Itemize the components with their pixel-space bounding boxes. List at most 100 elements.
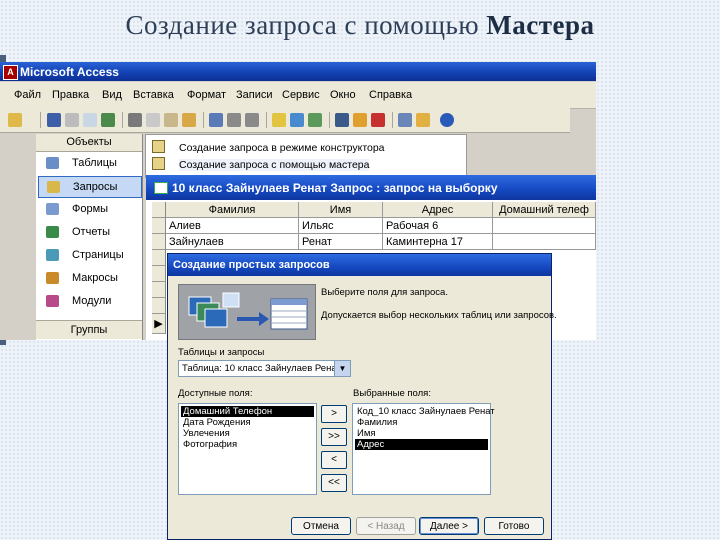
access-titlebar[interactable]: A Microsoft Access [0,62,596,81]
app-title: Microsoft Access [20,65,119,79]
row-selector[interactable] [152,234,166,250]
list-item[interactable]: Фамилия [355,417,488,428]
available-fields-list[interactable]: Домашний Телефон Дата Рождения Увлечения… [178,403,317,495]
corner-selector[interactable] [152,202,166,218]
groups-header[interactable]: Группы [36,320,142,339]
table-cell[interactable]: Зайнулаев [166,234,299,250]
menu-format[interactable]: Формат [187,89,226,101]
table-cell[interactable]: Ильяс [299,218,383,234]
objects-header[interactable]: Объекты [36,134,142,152]
tables-to-query-icon [188,292,308,330]
menu-tools[interactable]: Сервис [282,89,320,101]
list-item[interactable]: Код_10 класс Зайнулаев Ренат [355,406,495,417]
filter-form-icon[interactable] [290,113,304,127]
back-button[interactable]: < Назад [356,517,416,535]
report-icon [46,226,59,238]
wizard-titlebar[interactable]: Создание простых запросов [168,254,551,276]
menu-help[interactable]: Справка [369,89,412,101]
copy-icon[interactable] [146,113,160,127]
design-query-icon [152,140,165,153]
query-window-titlebar[interactable]: 10 класс Зайнулаев Ренат Запрос : запрос… [146,175,596,200]
database-window: Объекты Таблицы Запросы Формы Отчеты Стр… [36,134,143,340]
menu-window[interactable]: Окно [330,89,356,101]
wizard-title: Создание простых запросов [173,259,330,271]
row-selector[interactable] [152,218,166,234]
column-header[interactable]: Имя [299,202,383,218]
wizard-hint: Допускается выбор нескольких таблиц или … [321,310,557,321]
toolbar [0,108,570,133]
table-cell[interactable]: Каминтерна 17 [383,234,493,250]
list-item[interactable]: Увлечения [181,428,314,439]
paste-icon[interactable] [164,113,178,127]
filter-selection-icon[interactable] [272,113,286,127]
table-cell[interactable] [493,234,596,250]
row-selector[interactable] [152,282,166,298]
remove-all-fields-button[interactable]: << [321,474,347,492]
table-cell[interactable]: Рабочая 6 [383,218,493,234]
selected-fields-list[interactable]: Код_10 класс Зайнулаев Ренат Фамилия Имя… [352,403,495,495]
delete-record-icon[interactable] [371,113,385,127]
spelling-icon[interactable] [101,113,115,127]
wizard-prompt: Выберите поля для запроса. [321,287,448,298]
next-button[interactable]: Далее > [419,517,479,535]
wizard-illustration [178,284,316,340]
new-object-icon[interactable] [416,113,430,127]
table-cell[interactable]: Алиев [166,218,299,234]
remove-field-button[interactable]: < [321,451,347,469]
create-query-design[interactable]: Создание запроса в режиме конструктора [152,140,385,154]
list-item[interactable]: Домашний Телефон [181,406,314,417]
menu-file[interactable]: Файл [14,89,41,101]
apply-filter-icon[interactable] [308,113,322,127]
cut-icon[interactable] [128,113,142,127]
create-query-wizard[interactable]: Создание запроса с помощью мастера [152,157,370,171]
list-item[interactable]: Фотография [181,439,314,450]
undo-icon[interactable] [209,113,223,127]
row-selector[interactable] [152,266,166,282]
row-selector[interactable] [152,298,166,314]
add-all-fields-button[interactable]: >> [321,428,347,446]
object-forms[interactable]: Формы [38,199,140,219]
query-datasheet-icon [154,182,168,194]
table-cell[interactable]: Ренат [299,234,383,250]
query-window-title: 10 класс Зайнулаев Ренат Запрос : запрос… [172,181,498,195]
save-icon[interactable] [47,113,61,127]
database-window-icon[interactable] [398,113,412,127]
table-select-label: Таблицы и запросы [178,347,265,358]
list-item[interactable]: Адрес [355,439,488,450]
sort-desc-icon[interactable] [245,113,259,127]
list-item[interactable]: Дата Рождения [181,417,314,428]
object-modules[interactable]: Модули [38,291,140,311]
row-selector[interactable] [152,250,166,266]
object-macros[interactable]: Макросы [38,268,140,288]
format-painter-icon[interactable] [182,113,196,127]
chevron-down-icon[interactable]: ▼ [334,361,350,376]
table-cell[interactable] [493,218,596,234]
object-tables[interactable]: Таблицы [38,153,140,173]
column-header[interactable]: Адрес [383,202,493,218]
menu-records[interactable]: Записи [236,89,273,101]
list-item[interactable]: Имя [355,428,488,439]
menu-edit[interactable]: Правка [52,89,89,101]
object-reports[interactable]: Отчеты [38,222,140,242]
menu-view[interactable]: Вид [102,89,122,101]
new-record-icon[interactable] [353,113,367,127]
column-header[interactable]: Фамилия [166,202,299,218]
column-header[interactable]: Домашний телеф [493,202,596,218]
object-pages[interactable]: Страницы [38,245,140,265]
add-field-button[interactable]: > [321,405,347,423]
object-queries[interactable]: Запросы [38,176,142,198]
new-record-row-selector[interactable]: ▶ [152,314,166,334]
query-create-list: Создание запроса в режиме конструктора С… [145,134,467,178]
preview-icon[interactable] [83,113,97,127]
table-icon [46,157,59,169]
cancel-button[interactable]: Отмена [291,517,351,535]
finish-button[interactable]: Готово [484,517,544,535]
find-icon[interactable] [335,113,349,127]
print-icon[interactable] [65,113,79,127]
table-select[interactable]: Таблица: 10 класс Зайнулаев Ренат ▼ [178,360,351,377]
design-view-icon[interactable] [8,113,22,127]
help-icon[interactable] [440,113,454,127]
menu-insert[interactable]: Вставка [133,89,174,101]
page-icon [46,249,59,261]
sort-asc-icon[interactable] [227,113,241,127]
